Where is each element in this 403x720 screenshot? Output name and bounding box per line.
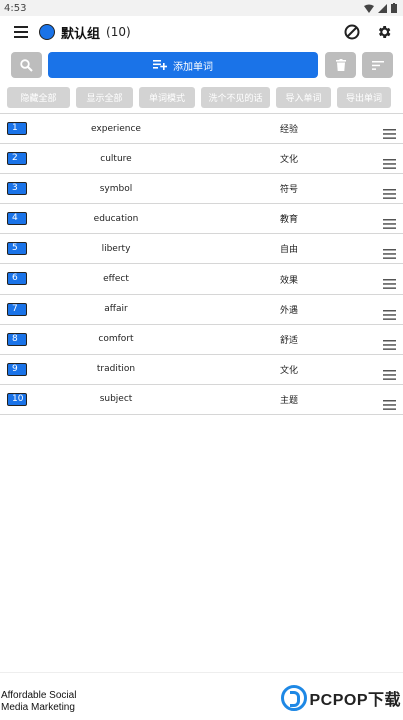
- word-number-badge: 3: [7, 182, 27, 196]
- word-text: effect: [103, 274, 129, 285]
- drag-handle-icon[interactable]: [383, 154, 396, 173]
- drag-handle-icon[interactable]: [383, 335, 396, 354]
- app-bar: 默认组 (10): [0, 16, 403, 48]
- drag-handle-icon[interactable]: [383, 214, 396, 233]
- show-all-chip[interactable]: 显示全部: [76, 87, 133, 108]
- menu-button[interactable]: [12, 23, 30, 41]
- word-meaning: 教育: [280, 215, 299, 226]
- playlist-add-icon: [153, 60, 167, 70]
- word-row[interactable]: 8 comfort 舒适: [0, 325, 403, 355]
- pcpop-logo: PCPOP下载: [281, 685, 401, 711]
- add-word-button[interactable]: 添加单词: [48, 52, 318, 78]
- word-text: subject: [99, 394, 133, 405]
- word-row[interactable]: 2 culture 文化: [0, 144, 403, 175]
- word-meaning: 舒适: [280, 335, 299, 346]
- word-meaning: 效果: [280, 275, 299, 286]
- word-number-badge: 9: [7, 362, 27, 376]
- shuffle-chip[interactable]: 洗个不见的话: [201, 87, 270, 108]
- status-time: 4:53: [4, 2, 27, 14]
- sort-icon: [371, 60, 384, 70]
- signal-icon: [378, 3, 387, 13]
- word-row[interactable]: 7 affair 外遇: [0, 295, 403, 325]
- hide-all-chip[interactable]: 隐藏全部: [7, 87, 70, 108]
- drag-handle-icon[interactable]: [383, 305, 396, 324]
- word-meaning: 文化: [280, 155, 299, 166]
- word-number-badge: 2: [7, 152, 27, 166]
- drag-handle-icon[interactable]: [383, 124, 396, 143]
- wifi-icon: [364, 4, 374, 13]
- action-chips: 隐藏全部 显示全部 单词模式 洗个不见的话 导入单词 导出单词: [0, 87, 403, 108]
- word-row[interactable]: 6 effect 效果: [0, 264, 403, 295]
- word-text: education: [93, 213, 139, 224]
- export-words-chip[interactable]: 导出单词: [337, 87, 391, 108]
- trash-icon: [335, 59, 346, 71]
- toolbar: 添加单词: [0, 50, 403, 80]
- status-bar: 4:53: [0, 0, 403, 16]
- word-meaning: 外遇: [280, 305, 299, 316]
- settings-button[interactable]: [373, 21, 395, 43]
- word-text: comfort: [98, 334, 134, 345]
- word-mode-chip[interactable]: 单词模式: [139, 87, 195, 108]
- delete-button[interactable]: [325, 52, 356, 78]
- word-text: culture: [100, 153, 132, 164]
- word-meaning: 主题: [280, 395, 299, 406]
- group-color-dot[interactable]: [39, 24, 55, 40]
- add-word-label: 添加单词: [173, 61, 213, 73]
- word-number-badge: 10: [7, 392, 27, 406]
- sort-button[interactable]: [362, 52, 393, 78]
- status-icons: [364, 3, 397, 13]
- word-number-badge: 8: [7, 332, 27, 346]
- word-text: tradition: [96, 364, 136, 375]
- word-number-badge: 7: [7, 302, 27, 316]
- word-row[interactable]: 5 liberty 自由: [0, 234, 403, 265]
- ad-text[interactable]: Affordable Social Media Marketing: [1, 690, 81, 714]
- group-title: 默认组: [61, 26, 101, 42]
- word-number-badge: 5: [7, 242, 27, 256]
- word-text: symbol: [99, 183, 133, 194]
- gear-icon: [378, 26, 391, 38]
- word-row[interactable]: 3 symbol 符号: [0, 174, 403, 205]
- search-icon: [20, 58, 33, 72]
- word-row[interactable]: 10 subject 主题: [0, 385, 403, 415]
- word-meaning: 符号: [280, 185, 299, 196]
- pcpop-logo-text: PCPOP下载: [309, 692, 401, 709]
- search-button[interactable]: [11, 52, 42, 78]
- drag-handle-icon[interactable]: [383, 184, 396, 203]
- drag-handle-icon[interactable]: [383, 244, 396, 263]
- word-text: experience: [91, 123, 141, 134]
- ad-banner[interactable]: Affordable Social Media Marketing PCPOP下…: [0, 672, 403, 720]
- word-meaning: 经验: [280, 125, 299, 136]
- drag-handle-icon[interactable]: [383, 395, 396, 414]
- drag-handle-icon[interactable]: [383, 365, 396, 384]
- block-icon: [344, 24, 360, 40]
- word-number-badge: 4: [7, 212, 27, 226]
- pcpop-logo-icon: [281, 685, 308, 711]
- word-meaning: 自由: [280, 245, 299, 256]
- word-text: liberty: [101, 243, 131, 254]
- word-list: 1 experience 经验 2 culture 文化 3 symbol 符号 4 educati…: [0, 113, 403, 415]
- import-words-chip[interactable]: 导入单词: [276, 87, 331, 108]
- word-meaning: 文化: [280, 365, 299, 376]
- battery-icon: [391, 3, 397, 13]
- word-row[interactable]: 1 experience 经验: [0, 114, 403, 145]
- word-number-badge: 6: [7, 272, 27, 286]
- word-count: (10): [106, 25, 131, 39]
- word-text: affair: [104, 304, 128, 315]
- word-row[interactable]: 9 tradition 文化: [0, 355, 403, 385]
- word-row[interactable]: 4 education 教育: [0, 204, 403, 235]
- hamburger-menu-icon: [14, 26, 28, 38]
- block-button[interactable]: [341, 21, 363, 43]
- drag-handle-icon[interactable]: [383, 274, 396, 293]
- word-number-badge: 1: [7, 122, 27, 135]
